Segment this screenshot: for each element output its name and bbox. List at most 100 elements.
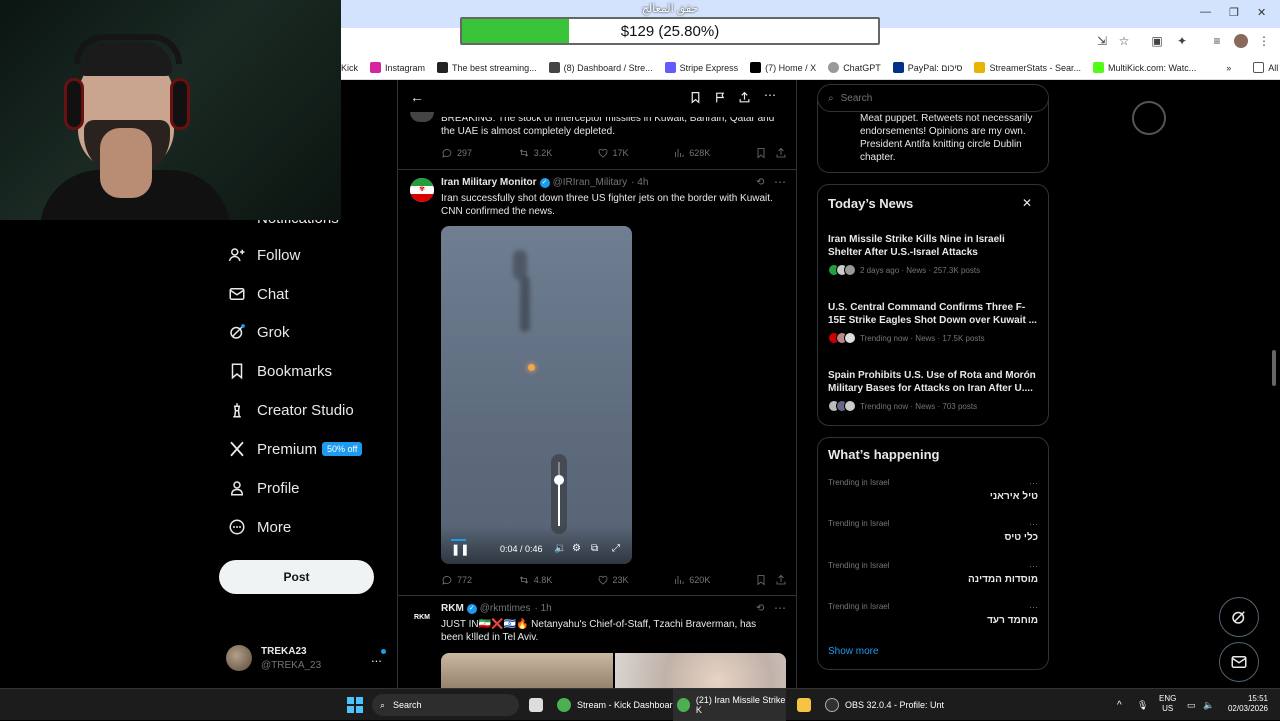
close-icon[interactable]: ✕ [1022, 196, 1032, 210]
more-options-icon[interactable]: ⋯ [764, 88, 776, 102]
microphone-icon[interactable]: 🎙 [1137, 689, 1148, 721]
trend-item[interactable]: Trending in Israel ⋯ כלי טיס [828, 519, 1038, 553]
bookmark-stripe[interactable]: Stripe Express [664, 62, 738, 73]
bookmark-chatgpt[interactable]: ChatGPT [828, 62, 881, 73]
bookmark-multikick[interactable]: MultiKick.com: Watc... [1093, 62, 1196, 73]
pip-icon[interactable]: ⧉ [591, 543, 598, 554]
tweet-video[interactable]: ❚❚ 0:04 / 0:46 🔉 ⚙ ⧉ ⤢ [441, 226, 632, 564]
bookmark-streaming[interactable]: The best streaming... [437, 62, 537, 73]
volume-knob[interactable] [554, 474, 564, 485]
extensions-icon[interactable]: ✦ [1175, 34, 1189, 48]
network-icon[interactable]: ▭ [1187, 689, 1196, 721]
tweet-more-icon[interactable]: ⋯ [774, 175, 786, 189]
trend-item[interactable]: Trending in Israel ⋯ מוחמד רעד [828, 602, 1038, 636]
tweet-bookmark-button[interactable] [755, 147, 775, 159]
like-button[interactable]: 23K [597, 574, 674, 586]
tweet-avatar-iran-flag[interactable]: ✾ [410, 178, 434, 202]
back-arrow-icon[interactable]: ← [410, 89, 424, 105]
bookmark-x-home[interactable]: (7) Home / X [750, 62, 816, 73]
all-bookmarks[interactable]: All Bookmarks [1253, 62, 1280, 73]
taskbar-app-obs[interactable]: OBS 32.0.4 - Profile: Unt [825, 689, 944, 721]
settings-icon[interactable]: ⚙ [572, 543, 581, 554]
taskbar-notepad[interactable] [529, 689, 549, 721]
star-icon[interactable]: ☆ [1117, 34, 1131, 48]
tweet-author-handle[interactable]: @rkmtimes [480, 603, 531, 614]
pause-icon[interactable]: ❚❚ [451, 543, 469, 556]
tweet-author-name[interactable]: Iran Military Monitor [441, 177, 537, 188]
tweet-avatar[interactable] [410, 112, 434, 122]
nav-bookmarks[interactable]: Bookmarks [228, 357, 332, 385]
minimize-icon[interactable]: — [1200, 6, 1211, 18]
tweet-author-name[interactable]: RKM [441, 603, 464, 614]
repost-button[interactable]: 4.8K [518, 574, 597, 586]
bookmark-kick[interactable]: Kick [341, 63, 358, 73]
tweet-share-button[interactable] [775, 574, 791, 586]
bookmark-icon[interactable] [689, 91, 702, 104]
bookmark-streamerstats[interactable]: StreamerStats - Sear... [974, 62, 1081, 73]
trend-more-icon[interactable]: ⋯ [1029, 561, 1038, 572]
flag-icon[interactable] [714, 91, 727, 104]
tweet-share-button[interactable] [775, 147, 791, 159]
share-icon[interactable] [738, 91, 751, 104]
volume-icon[interactable]: 🔉 [554, 543, 566, 554]
tweet-more-icon[interactable]: ⋯ [774, 601, 786, 615]
like-button[interactable]: 17K [597, 147, 674, 159]
tray-chevron-icon[interactable]: ^ [1117, 689, 1122, 721]
grok-explain-icon[interactable]: ⟲ [756, 177, 764, 188]
messages-fab[interactable] [1219, 642, 1259, 682]
reply-button[interactable]: 297 [441, 147, 518, 159]
nav-chat[interactable]: Chat [228, 280, 289, 308]
reply-button[interactable]: 772 [441, 574, 518, 586]
grok-fab[interactable] [1219, 597, 1259, 637]
install-icon[interactable]: ⇲ [1095, 34, 1109, 48]
nav-premium[interactable]: Premium [228, 435, 317, 463]
account-name[interactable]: TREKA23 [261, 646, 307, 657]
news-item[interactable]: Spain Prohibits U.S. Use of Rota and Mor… [828, 369, 1038, 412]
taskbar-search[interactable]: ⌕ Search [372, 694, 519, 716]
start-button[interactable] [347, 689, 363, 721]
clock[interactable]: 15:51 02/03/2026 [1224, 694, 1268, 714]
fullscreen-icon[interactable]: ⤢ [612, 543, 620, 554]
nav-profile[interactable]: Profile [228, 474, 300, 502]
browser-profile-avatar[interactable] [1234, 34, 1248, 48]
nav-grok[interactable]: Grok [228, 318, 290, 346]
media-icon[interactable]: ≡ [1210, 34, 1224, 48]
tweet-time[interactable]: · 1h [534, 603, 551, 614]
views-button[interactable]: 620K [673, 574, 755, 586]
bookmarks-overflow-icon[interactable]: » [1226, 63, 1231, 73]
trend-more-icon[interactable]: ⋯ [1029, 478, 1038, 489]
grok-explain-icon[interactable]: ⟲ [756, 603, 764, 614]
tweet-bookmark-button[interactable] [755, 574, 775, 586]
close-window-icon[interactable]: ✕ [1257, 6, 1266, 19]
video-progress-track[interactable] [451, 539, 632, 541]
news-item[interactable]: U.S. Central Command Confirms Three F-15… [828, 301, 1038, 344]
nav-more[interactable]: More [228, 513, 291, 541]
taskbar-app-x[interactable]: (21) Iran Missile Strike K [673, 689, 786, 721]
extension-kick-icon[interactable]: ▣ [1150, 34, 1164, 48]
taskbar-explorer[interactable] [797, 689, 817, 721]
account-avatar[interactable] [226, 645, 252, 671]
bookmark-instagram[interactable]: Instagram [370, 62, 425, 73]
trend-item[interactable]: Trending in Israel ⋯ מוסדות המדינה [828, 561, 1038, 595]
taskbar-app-kick[interactable]: Stream - Kick Dashboar [557, 689, 673, 721]
nav-follow[interactable]: Follow [228, 241, 300, 269]
trend-more-icon[interactable]: ⋯ [1029, 519, 1038, 530]
tweet-time[interactable]: · 4h [631, 177, 648, 188]
tweet-avatar-rkm[interactable]: RKM [410, 605, 434, 629]
nav-creator-studio[interactable]: Creator Studio [228, 396, 354, 424]
tweet-image[interactable] [441, 653, 786, 688]
volume-tray-icon[interactable]: 🔈 [1203, 689, 1214, 721]
news-item[interactable]: Iran Missile Strike Kills Nine in Israel… [828, 233, 1038, 276]
trend-item[interactable]: Trending in Israel ⋯ טיל איראני [828, 478, 1038, 512]
show-more-link[interactable]: Show more [828, 646, 879, 657]
language-indicator[interactable]: ENG US [1159, 694, 1176, 714]
repost-button[interactable]: 3.2K [518, 147, 597, 159]
volume-slider[interactable] [551, 454, 567, 534]
restore-icon[interactable]: ❐ [1229, 6, 1239, 19]
tweet-author-handle[interactable]: @IRIran_Military [553, 177, 628, 188]
page-scrollbar[interactable] [1272, 350, 1276, 386]
views-button[interactable]: 628K [673, 147, 755, 159]
trend-more-icon[interactable]: ⋯ [1029, 602, 1038, 613]
bookmark-paypal[interactable]: PayPal: סיכום [892, 62, 962, 73]
browser-menu-icon[interactable]: ⋮ [1257, 34, 1271, 48]
